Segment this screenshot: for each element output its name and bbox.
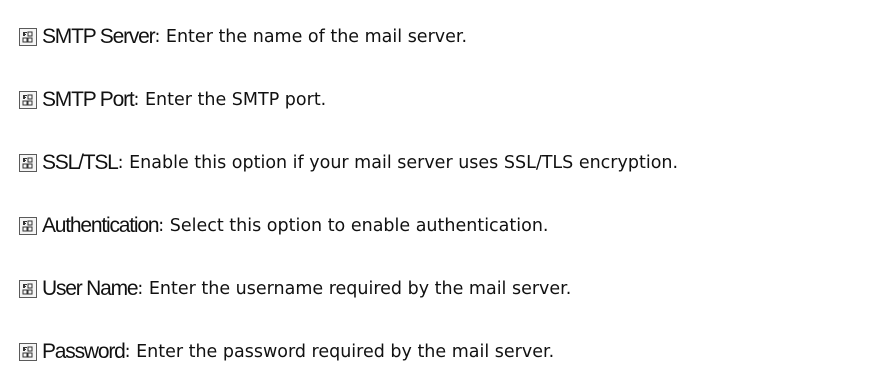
item-description: : Select this option to enable authentic… — [158, 216, 549, 236]
document-icon — [19, 280, 37, 298]
item-term: SSL/TSL — [42, 151, 119, 174]
list-item-password: Password: Enter the password required by… — [0, 325, 874, 379]
item-term: User Name — [42, 277, 139, 300]
definition-list: SMTP Server: Enter the name of the mail … — [0, 10, 874, 379]
document-icon — [19, 28, 37, 46]
list-item-ssl-tsl: SSL/TSL: Enable this option if your mail… — [0, 136, 874, 190]
document-icon — [19, 91, 37, 109]
list-item-smtp-server: SMTP Server: Enter the name of the mail … — [0, 10, 874, 64]
item-term: SMTP Port — [42, 88, 135, 111]
item-description: : Enter the name of the mail server. — [154, 27, 468, 47]
list-item-user-name: User Name: Enter the username required b… — [0, 262, 874, 316]
document-icon — [19, 217, 37, 235]
document-icon — [19, 343, 37, 361]
item-description: : Enable this option if your mail server… — [117, 153, 679, 173]
item-description: : Enter the SMTP port. — [133, 90, 327, 110]
list-item-smtp-port: SMTP Port: Enter the SMTP port. — [0, 73, 874, 127]
item-description: : Enter the username required by the mai… — [137, 279, 572, 299]
item-term: Password — [42, 340, 126, 363]
document-icon — [19, 154, 37, 172]
item-term: Authentication — [42, 214, 159, 237]
list-item-authentication: Authentication: Select this option to en… — [0, 199, 874, 253]
item-description: : Enter the password required by the mai… — [124, 342, 555, 362]
item-term: SMTP Server — [42, 25, 156, 48]
